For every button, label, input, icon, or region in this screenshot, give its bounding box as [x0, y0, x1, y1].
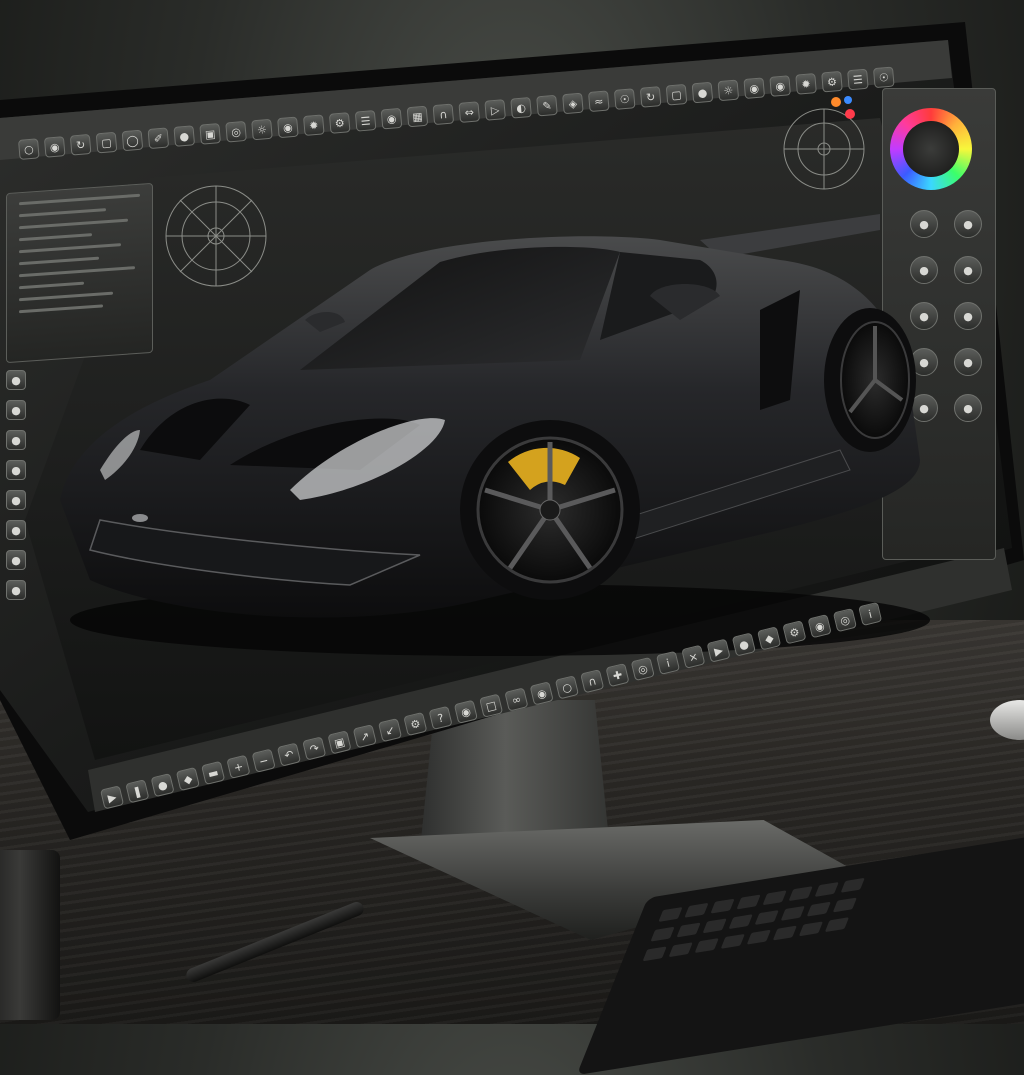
circle-icon[interactable]: ●	[6, 430, 26, 450]
mirror-icon[interactable]: ⇔	[458, 101, 481, 123]
eye-icon[interactable]: ◉	[769, 75, 791, 97]
layers-icon[interactable]: ☰	[847, 68, 869, 91]
eye-icon[interactable]: ◉	[380, 107, 403, 130]
camera-icon[interactable]: ◉	[743, 77, 766, 100]
lasso-icon[interactable]: ◯	[121, 129, 144, 152]
move-icon[interactable]: ◉	[43, 136, 66, 158]
wheel-icon[interactable]: ✹	[302, 114, 325, 136]
magnet-icon[interactable]: ∩	[432, 103, 455, 126]
rotate-icon[interactable]: ↻	[69, 133, 92, 156]
pen-holder	[0, 850, 60, 1020]
front-wheel	[460, 420, 640, 600]
gear-icon[interactable]: ⚙	[821, 70, 843, 93]
select-icon[interactable]: ○	[18, 138, 40, 160]
rear-wheel	[824, 308, 916, 452]
cube-icon[interactable]: ▣	[199, 123, 221, 145]
badge-icon	[132, 514, 148, 522]
circle-icon[interactable]: ●	[6, 460, 26, 480]
node-icon[interactable]: ☉	[613, 88, 636, 110]
color-wheel-center	[903, 121, 959, 177]
camera-icon[interactable]: ◉	[277, 116, 299, 139]
node-icon[interactable]: ☉	[872, 66, 895, 89]
sculpt-icon[interactable]: ◈	[562, 92, 584, 115]
scale-icon[interactable]: ▢	[95, 131, 118, 154]
circle-icon[interactable]: ●	[6, 520, 26, 540]
circle-icon[interactable]: ●	[954, 210, 982, 238]
material-icon[interactable]: ◐	[510, 96, 532, 119]
circle-icon[interactable]: ●	[954, 394, 982, 422]
wheel-icon[interactable]: ✹	[795, 73, 817, 95]
circle-icon[interactable]: ●	[6, 370, 26, 390]
circle-icon[interactable]: ●	[954, 302, 982, 330]
rotate-icon[interactable]: ↻	[639, 86, 662, 108]
circle-icon[interactable]: ●	[954, 348, 982, 376]
circle-icon[interactable]: ●	[6, 550, 26, 570]
circle-icon[interactable]: ●	[954, 256, 982, 284]
circle-icon[interactable]: ●	[6, 400, 26, 420]
brush-icon[interactable]: ✐	[147, 127, 170, 150]
light-icon[interactable]: ☼	[251, 118, 273, 141]
color-dots	[831, 96, 855, 119]
layers-icon[interactable]: ☰	[354, 110, 377, 132]
paint-icon[interactable]: ✎	[536, 94, 558, 117]
scale-icon[interactable]: ▢	[665, 83, 688, 106]
left-toolbar: ● ● ● ● ● ● ● ●	[6, 370, 26, 600]
render-icon[interactable]: ▷	[484, 99, 506, 121]
light-icon[interactable]: ☼	[717, 79, 740, 102]
circle-icon[interactable]: ●	[6, 490, 26, 510]
gear-icon[interactable]: ⚙	[328, 112, 351, 134]
sphere-icon[interactable]: ●	[173, 125, 196, 147]
circle-icon[interactable]: ●	[6, 580, 26, 600]
car-model[interactable]	[60, 200, 940, 660]
curve-icon[interactable]: ≈	[587, 90, 610, 113]
torus-icon[interactable]: ◎	[225, 120, 247, 143]
sphere-icon[interactable]: ●	[691, 81, 714, 104]
grid-icon[interactable]: ▦	[406, 105, 429, 128]
